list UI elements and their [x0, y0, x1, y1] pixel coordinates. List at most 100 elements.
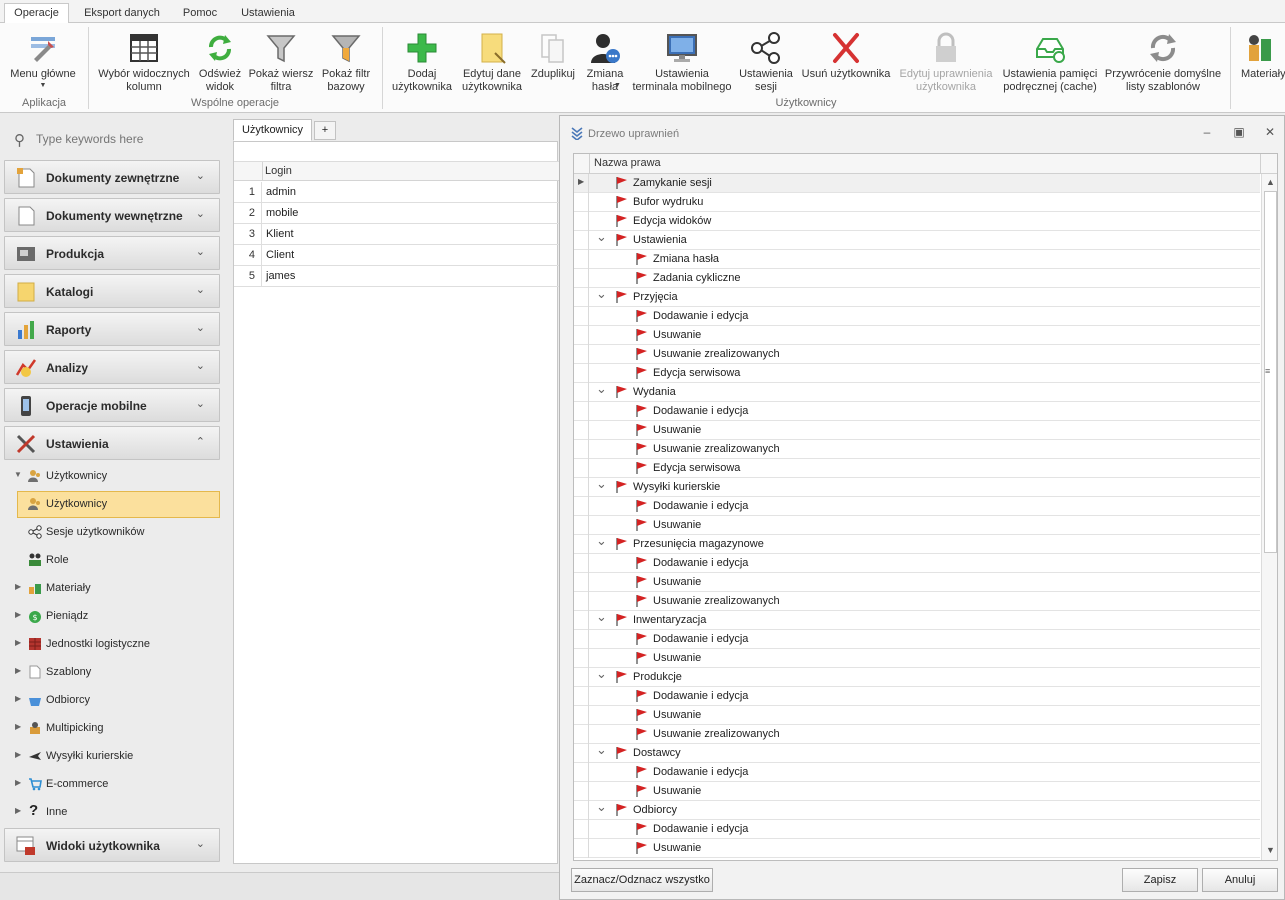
permission-row[interactable]: Usuwanie — [574, 516, 1260, 535]
collapse-chevron-icon[interactable]: ⌄ — [596, 742, 607, 758]
nav-group-dokumenty-zewnetrzne[interactable]: Dokumenty zewnętrzne ⌄ — [4, 160, 220, 194]
tree-node-multipicking[interactable]: ▶ Multipicking — [0, 717, 229, 739]
edytuj-uprawnienia-button[interactable]: Edytuj uprawnienia użytkownika — [896, 25, 996, 95]
maximize-icon[interactable]: ▣ — [1230, 125, 1248, 141]
tree-node-uzytkownicy-root[interactable]: ▼ Użytkownicy — [0, 465, 229, 487]
minimize-icon[interactable]: – — [1198, 125, 1216, 141]
nav-group-produkcja[interactable]: Produkcja ⌄ — [4, 236, 220, 270]
tree-node-sesje-uzytkownikow[interactable]: Sesje użytkowników — [0, 521, 229, 543]
save-button[interactable]: Zapisz — [1122, 868, 1198, 892]
tree-node-szablony[interactable]: ▶ Szablony — [0, 661, 229, 683]
permission-row[interactable]: Usuwanie zrealizowanych — [574, 440, 1260, 459]
tab-operacje[interactable]: Operacje — [4, 3, 69, 24]
permission-row[interactable]: Usuwanie — [574, 326, 1260, 345]
odswiez-widok-button[interactable]: Odśwież widok — [196, 25, 244, 95]
nav-group-raporty[interactable]: Raporty ⌄ — [4, 312, 220, 346]
permission-row[interactable]: Dodawanie i edycja — [574, 307, 1260, 326]
tree-node-uzytkownicy[interactable]: Użytkownicy — [0, 491, 229, 518]
doc-tab-uzytkownicy[interactable]: Użytkownicy — [233, 119, 312, 141]
permission-row[interactable]: Dodawanie i edycja — [574, 402, 1260, 421]
permission-row[interactable]: Dodawanie i edycja — [574, 497, 1260, 516]
materialy-button[interactable]: Materiały — [1234, 25, 1285, 95]
permission-row[interactable]: Dodawanie i edycja — [574, 630, 1260, 649]
permission-row[interactable]: Usuwanie zrealizowanych — [574, 725, 1260, 744]
collapse-chevron-icon[interactable]: ⌄ — [596, 381, 607, 397]
permission-row[interactable]: ⌄ Dostawcy — [574, 742, 1260, 763]
permission-row[interactable]: Usuwanie — [574, 649, 1260, 668]
collapse-chevron-icon[interactable]: ⌄ — [596, 286, 607, 302]
permission-row[interactable]: Edycja widoków — [574, 212, 1260, 231]
permission-row[interactable]: ⌄ Produkcje — [574, 666, 1260, 687]
column-header-login[interactable]: Login — [265, 165, 292, 177]
permission-row[interactable]: ⌄ Wydania — [574, 381, 1260, 402]
permission-row[interactable]: Usuwanie — [574, 706, 1260, 725]
nav-group-dokumenty-wewnetrzne[interactable]: Dokumenty wewnętrzne ⌄ — [4, 198, 220, 232]
usun-uzytkownika-button[interactable]: Usuń użytkownika — [800, 25, 892, 95]
table-row[interactable]: 3 Klient — [234, 224, 559, 245]
permission-row[interactable]: ⌄ Przyjęcia — [574, 286, 1260, 307]
table-row[interactable]: 2 mobile — [234, 203, 559, 224]
add-tab-button[interactable]: + — [314, 121, 336, 140]
permission-row[interactable]: ⌄ Ustawienia — [574, 229, 1260, 250]
permission-row[interactable]: Bufor wydruku — [574, 193, 1260, 212]
nav-group-analizy[interactable]: Analizy ⌄ — [4, 350, 220, 384]
permission-row[interactable]: Usuwanie zrealizowanych — [574, 592, 1260, 611]
cancel-button[interactable]: Anuluj — [1202, 868, 1278, 892]
zduplikuj-button[interactable]: Zduplikuj — [528, 25, 578, 95]
permission-row[interactable]: Usuwanie — [574, 782, 1260, 801]
zmiana-hasla-button[interactable]: Zmiana hasła ▼ — [580, 25, 630, 95]
permission-row[interactable]: Zmiana hasła — [574, 250, 1260, 269]
permission-row[interactable]: Dodawanie i edycja — [574, 763, 1260, 782]
nav-group-katalogi[interactable]: Katalogi ⌄ — [4, 274, 220, 308]
permission-row[interactable]: Usuwanie — [574, 421, 1260, 440]
permission-row[interactable]: ⌄ Wysyłki kurierskie — [574, 476, 1260, 497]
permission-row[interactable]: Zadania cykliczne — [574, 269, 1260, 288]
vertical-scrollbar[interactable]: ▲ ≡ ▼ — [1261, 174, 1277, 860]
permission-row[interactable]: ⌄ Inwentaryzacja — [574, 609, 1260, 630]
tree-node-role[interactable]: Role — [0, 549, 229, 571]
permission-row[interactable]: ⌄ Odbiorcy — [574, 799, 1260, 820]
tree-node-pieniadz[interactable]: ▶ $ Pieniądz — [0, 605, 229, 627]
permission-row[interactable]: ⌄ Przesunięcia magazynowe — [574, 533, 1260, 554]
tab-pomoc[interactable]: Pomoc — [174, 4, 226, 23]
close-icon[interactable]: ✕ — [1261, 125, 1279, 141]
ustawienia-pamieci-button[interactable]: Ustawienia pamięci podręcznej (cache) — [1000, 25, 1100, 95]
permission-row[interactable]: Dodawanie i edycja — [574, 820, 1260, 839]
nav-group-widoki-uzytkownika[interactable]: Widoki użytkownika ⌄ — [4, 828, 220, 862]
tree-node-inne[interactable]: ▶ ? Inne — [0, 801, 229, 823]
wybor-kolumn-button[interactable]: Wybór widocznych kolumn — [94, 25, 194, 95]
table-row[interactable]: 5 james — [234, 266, 559, 287]
toggle-all-button[interactable]: Zaznacz/Odznacz wszystko — [571, 868, 713, 892]
table-row[interactable]: 1 admin — [234, 182, 559, 203]
permission-row[interactable]: ▶ Zamykanie sesji — [574, 174, 1260, 193]
tree-node-materialy[interactable]: ▶ Materiały — [0, 577, 229, 599]
permission-row[interactable]: Dodawanie i edycja — [574, 554, 1260, 573]
scroll-down-icon[interactable]: ▼ — [1266, 845, 1275, 855]
tree-node-jednostki-logistyczne[interactable]: ▶ Jednostki logistyczne — [0, 633, 229, 655]
permission-row[interactable]: Usuwanie — [574, 839, 1260, 858]
collapse-chevron-icon[interactable]: ⌄ — [596, 609, 607, 625]
column-header-nazwa-prawa[interactable]: Nazwa prawa — [594, 157, 661, 169]
permission-row[interactable]: Edycja serwisowa — [574, 364, 1260, 383]
menu-glowne-button[interactable]: Menu główne ▼ — [4, 25, 82, 95]
tree-node-wysylki-kurierskie[interactable]: ▶ Wysyłki kurierskie — [0, 745, 229, 767]
tree-node-e-commerce[interactable]: ▶ E-commerce — [0, 773, 229, 795]
ustawienia-terminala-button[interactable]: Ustawienia terminala mobilnego — [632, 25, 732, 95]
dodaj-uzytkownika-button[interactable]: Dodaj użytkownika — [388, 25, 456, 95]
collapse-chevron-icon[interactable]: ⌄ — [596, 799, 607, 815]
collapse-chevron-icon[interactable]: ⌄ — [596, 533, 607, 549]
permission-row[interactable]: Edycja serwisowa — [574, 459, 1260, 478]
tab-ustawienia[interactable]: Ustawienia — [232, 4, 304, 23]
collapse-chevron-icon[interactable]: ⌄ — [596, 476, 607, 492]
pokaz-filtr-bazowy-button[interactable]: Pokaż filtr bazowy — [318, 25, 374, 95]
tab-eksport-danych[interactable]: Eksport danych — [78, 4, 166, 23]
nav-search-input[interactable] — [36, 130, 216, 148]
przywrocenie-szablonow-button[interactable]: Przywrócenie domyślne listy szablonów — [1102, 25, 1224, 95]
tree-node-odbiorcy[interactable]: ▶ Odbiorcy — [0, 689, 229, 711]
edytuj-dane-button[interactable]: Edytuj dane użytkownika — [458, 25, 526, 95]
table-row[interactable]: 4 Client — [234, 245, 559, 266]
scroll-up-icon[interactable]: ▲ — [1266, 177, 1275, 187]
pokaz-wiersz-filtra-button[interactable]: Pokaż wiersz filtra — [246, 25, 316, 95]
ustawienia-sesji-button[interactable]: Ustawienia sesji — [736, 25, 796, 95]
nav-group-ustawienia[interactable]: Ustawienia ⌃ — [4, 426, 220, 460]
